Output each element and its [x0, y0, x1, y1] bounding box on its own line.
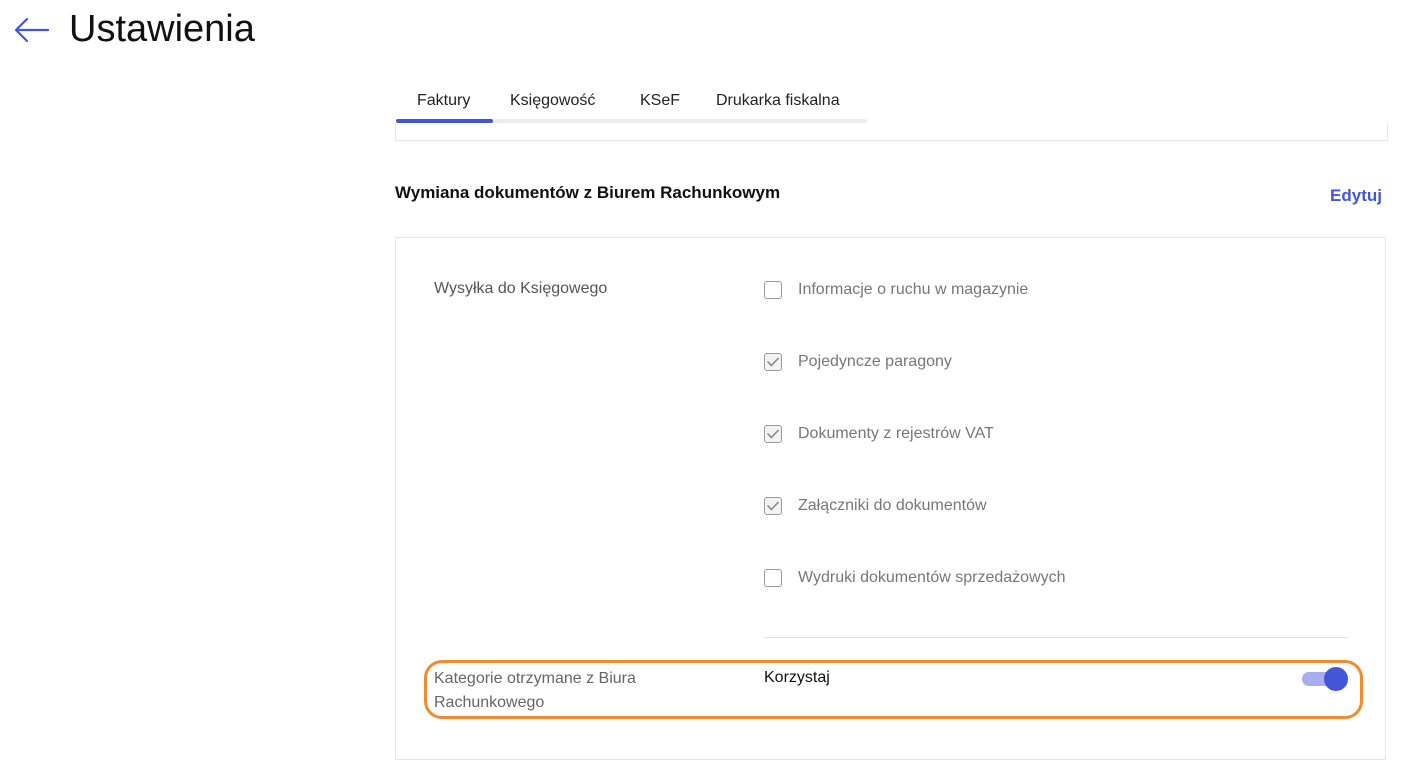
row-divider: [764, 637, 1348, 638]
checkbox-row-vat-registers[interactable]: Dokumenty z rejestrów VAT: [764, 423, 994, 445]
checkbox-label: Dokumenty z rejestrów VAT: [798, 425, 994, 442]
tab-faktury[interactable]: Faktury: [417, 92, 470, 110]
checkbox[interactable]: [764, 353, 782, 371]
tab-ksef[interactable]: KSeF: [640, 92, 680, 110]
back-button[interactable]: [13, 14, 51, 46]
tab-ksiegowosc[interactable]: Księgowość: [510, 92, 595, 110]
categories-value: Korzystaj: [764, 669, 830, 686]
checkbox-row-warehouse[interactable]: Informacje o ruchu w magazynie: [764, 279, 1028, 301]
checkbox[interactable]: [764, 497, 782, 515]
settings-tabs: Faktury Księgowość KSeF Drukarka fiskaln…: [396, 88, 867, 123]
categories-label: Kategorie otrzymane z Biura Rachunkowego: [434, 670, 636, 711]
panel-divider: [395, 123, 1388, 141]
checkmark-icon: [767, 357, 779, 367]
checkmark-icon: [767, 501, 779, 511]
shipping-label: Wysyłka do Księgowego: [434, 280, 608, 297]
checkbox[interactable]: [764, 569, 782, 587]
arrow-left-icon: [14, 17, 50, 43]
section-title: Wymiana dokumentów z Biurem Rachunkowym: [395, 183, 781, 202]
checkbox-label: Załączniki do dokumentów: [798, 497, 987, 514]
tab-drukarka-fiskalna[interactable]: Drukarka fiskalna: [716, 92, 840, 110]
checkbox-label: Informacje o ruchu w magazynie: [798, 281, 1029, 298]
checkbox-label: Wydruki dokumentów sprzedażowych: [798, 569, 1066, 586]
toggle-knob: [1324, 667, 1348, 691]
checkbox-row-sales-printouts[interactable]: Wydruki dokumentów sprzedażowych: [764, 567, 1066, 589]
checkbox-row-receipts[interactable]: Pojedyncze paragony: [764, 351, 952, 373]
page-title: Ustawienia: [69, 8, 255, 50]
categories-toggle[interactable]: [1302, 667, 1348, 691]
edit-button[interactable]: Edytuj: [1330, 186, 1382, 206]
checkbox-row-attachments[interactable]: Załączniki do dokumentów: [764, 495, 987, 517]
checkmark-icon: [767, 429, 779, 439]
checkbox[interactable]: [764, 281, 782, 299]
checkbox-label: Pojedyncze paragony: [798, 353, 952, 370]
checkbox[interactable]: [764, 425, 782, 443]
